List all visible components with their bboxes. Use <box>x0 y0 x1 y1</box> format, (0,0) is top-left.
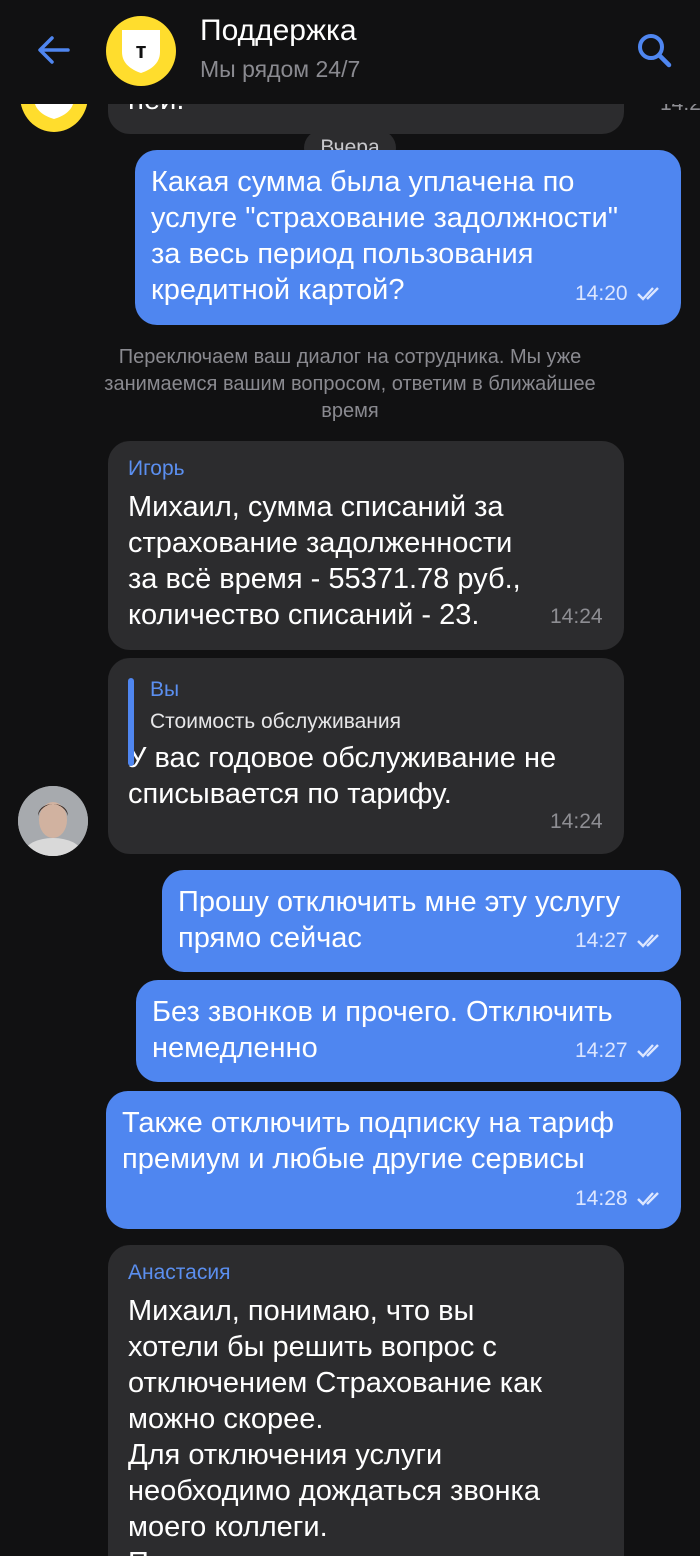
system-message: Переключаем ваш диалог на сотрудника. Мы… <box>104 346 596 422</box>
message-time: 14:24 <box>550 810 603 833</box>
message-bubble-incoming[interactable]: Анастасия Михаил, понимаю, что вы хотели… <box>108 1245 624 1556</box>
read-checkmarks-icon <box>637 1044 659 1058</box>
chat-screen: ней. 14:20 Вчера Какая сумма была уплаче… <box>0 0 700 1556</box>
message-bubble-incoming[interactable]: Вы Стоимость обслуживания У вас годовое … <box>108 658 624 854</box>
message-bubble-incoming[interactable]: Игорь Михаил, сумма списаний за страхова… <box>108 441 624 650</box>
support-avatar[interactable]: т <box>106 16 176 86</box>
reply-preview[interactable]: Вы Стоимость обслуживания <box>128 678 604 766</box>
bank-shield-icon: т <box>122 30 160 73</box>
message-text: У вас годовое обслуживание не списываетс… <box>128 742 557 810</box>
message-bubble-outgoing[interactable]: Без звонков и прочего. Отключить немедле… <box>136 980 681 1082</box>
reply-text: Стоимость обслуживания <box>150 710 402 733</box>
user-avatar[interactable] <box>18 786 88 856</box>
sender-name: Анастасия <box>128 1261 231 1284</box>
bank-logo-letter: т <box>136 38 147 63</box>
message-time: 14:24 <box>550 605 603 628</box>
reply-bar <box>128 678 134 766</box>
chat-subtitle: Мы рядом 24/7 <box>200 56 361 82</box>
reply-sender: Вы <box>150 678 180 701</box>
message-time: 14:28 <box>575 1187 628 1210</box>
back-arrow-icon[interactable] <box>32 28 76 72</box>
search-icon[interactable] <box>634 30 674 70</box>
message-bubble-outgoing[interactable]: Какая сумма была уплачена по услуге "стр… <box>135 150 681 325</box>
message-time: 14:27 <box>575 929 628 952</box>
message-text: Михаил, сумма списаний за страхование за… <box>128 491 521 631</box>
read-checkmarks-icon <box>637 287 659 301</box>
message-text: Михаил, понимаю, что вы хотели бы решить… <box>128 1295 542 1556</box>
chat-header: т Поддержка Мы рядом 24/7 <box>0 0 700 104</box>
read-checkmarks-icon <box>637 1192 659 1206</box>
message-bubble-outgoing[interactable]: Также отключить подписку на тариф премиу… <box>106 1091 681 1229</box>
user-photo <box>18 786 88 856</box>
message-bubble-outgoing[interactable]: Прошу отключить мне эту услугу прямо сей… <box>162 870 681 972</box>
message-time: 14:27 <box>575 1039 628 1062</box>
read-checkmarks-icon <box>637 934 659 948</box>
message-time: 14:20 <box>575 282 628 305</box>
chat-title: Поддержка <box>200 14 357 47</box>
sender-name: Игорь <box>128 457 185 480</box>
message-text: Также отключить подписку на тариф премиу… <box>122 1107 614 1175</box>
